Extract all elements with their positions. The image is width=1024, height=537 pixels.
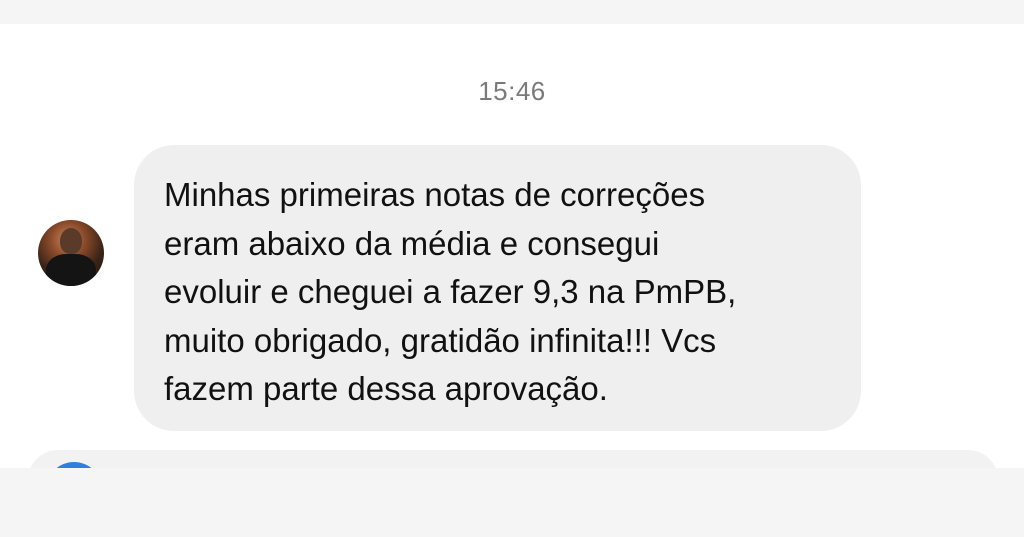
message-row: Minhas primeiras notas de correções eram…: [0, 145, 1024, 435]
bottom-bar: [0, 468, 1024, 537]
chat-screen: 15:46 Minhas primeiras notas de correçõe…: [0, 0, 1024, 537]
sender-avatar[interactable]: [38, 220, 104, 286]
avatar-face: [60, 228, 82, 254]
message-text: Minhas primeiras notas de correções eram…: [164, 176, 737, 407]
message-bubble[interactable]: Minhas primeiras notas de correções eram…: [134, 145, 861, 431]
top-strip: [0, 0, 1024, 24]
avatar-shirt: [46, 254, 96, 286]
message-timestamp: 15:46: [478, 76, 546, 106]
